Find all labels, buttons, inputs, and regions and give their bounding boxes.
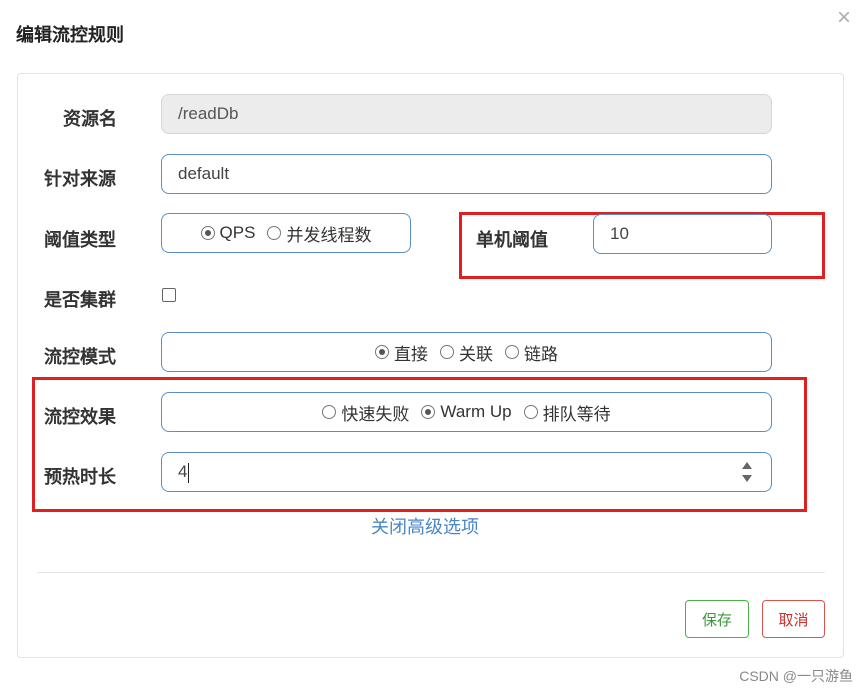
single-threshold-label: 单机阈值 (476, 230, 548, 250)
control-effect-queue-option[interactable]: 排队等待 (523, 400, 611, 425)
dialog-header: 编辑流控规则 × (0, 0, 865, 60)
radio-icon[interactable] (267, 226, 282, 240)
dialog-title: 编辑流控规则 (16, 25, 124, 45)
cluster-mode-label: 是否集群 (44, 290, 116, 310)
radio-icon[interactable] (523, 405, 538, 419)
control-mode-group: 直接 关联 链路 (161, 332, 772, 372)
watermark: CSDN @一只游鱼 (739, 668, 853, 684)
control-effect-warmup-label: Warm Up (440, 402, 512, 421)
cancel-button[interactable]: 取消 (762, 600, 825, 638)
threshold-type-thread-label: 并发线程数 (286, 225, 372, 245)
radio-selected-icon[interactable] (375, 345, 389, 359)
control-effect-warmup-option[interactable]: Warm Up (421, 402, 512, 422)
control-mode-direct-option[interactable]: 直接 (375, 340, 428, 365)
control-mode-direct-label: 直接 (394, 344, 428, 364)
threshold-type-group: QPS 并发线程数 (161, 213, 411, 253)
radio-icon[interactable] (322, 405, 337, 419)
control-effect-fast-fail-option[interactable]: 快速失败 (322, 400, 409, 425)
spinner-up-icon[interactable] (742, 462, 752, 469)
limit-app-label: 针对来源 (44, 169, 116, 189)
control-mode-relate-label: 关联 (459, 344, 493, 364)
control-mode-label: 流控模式 (44, 347, 116, 367)
footer-divider (37, 572, 825, 573)
control-effect-queue-label: 排队等待 (542, 404, 611, 424)
threshold-type-label: 阈值类型 (44, 230, 116, 250)
text-caret (188, 462, 190, 483)
radio-icon[interactable] (440, 345, 454, 359)
spinner-down-icon[interactable] (742, 475, 752, 482)
cluster-mode-checkbox[interactable] (162, 288, 176, 302)
control-effect-fast-fail-label: 快速失败 (341, 404, 410, 424)
control-effect-group: 快速失败 Warm Up 排队等待 (161, 392, 772, 432)
limit-app-input[interactable]: default (161, 154, 772, 194)
threshold-type-thread-option[interactable]: 并发线程数 (267, 221, 371, 246)
close-advanced-options-link[interactable]: 关闭高级选项 (371, 513, 479, 539)
control-mode-chain-label: 链路 (524, 344, 558, 364)
warmup-period-input[interactable]: 4 (161, 452, 772, 492)
resource-name-field: /readDb (161, 94, 772, 134)
radio-selected-icon[interactable] (421, 405, 436, 419)
number-spinner-icon[interactable] (741, 462, 753, 482)
control-effect-label: 流控效果 (44, 407, 116, 427)
single-threshold-input[interactable]: 10 (593, 214, 772, 254)
close-icon[interactable]: × (837, 6, 851, 30)
warmup-period-value: 4 (178, 462, 188, 481)
save-button[interactable]: 保存 (685, 600, 749, 638)
radio-icon[interactable] (505, 345, 519, 359)
control-mode-chain-option[interactable]: 链路 (505, 340, 558, 365)
threshold-type-qps-label: QPS (219, 223, 256, 242)
threshold-type-qps-option[interactable]: QPS (200, 223, 256, 243)
resource-name-label: 资源名 (63, 109, 117, 129)
warmup-period-label: 预热时长 (44, 467, 116, 487)
control-mode-relate-option[interactable]: 关联 (440, 340, 493, 365)
radio-selected-icon[interactable] (200, 226, 215, 240)
